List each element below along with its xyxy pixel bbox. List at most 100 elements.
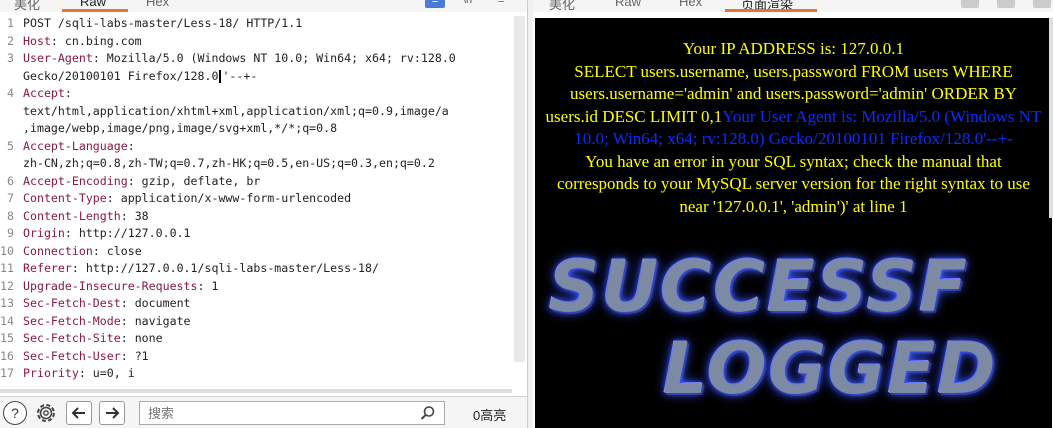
search-input[interactable] bbox=[139, 401, 445, 425]
code-line: Host: cn.bing.com bbox=[23, 34, 142, 48]
inspector-toggle-button[interactable]: ≡ bbox=[425, 0, 445, 8]
arrow-right-icon[interactable] bbox=[99, 401, 125, 425]
header-value: : u=0, i bbox=[78, 366, 135, 380]
request-tab-bar: 美化 Raw Hex ≡ \n ≡ bbox=[0, 0, 527, 12]
code-line: User-Agent: Mozilla/5.0 (Windows NT 10.0… bbox=[23, 51, 456, 65]
menu-icon[interactable]: ≡ bbox=[498, 0, 504, 8]
code-line: Referer: http://127.0.0.1/sqli-labs-mast… bbox=[23, 261, 379, 275]
arrow-left-icon[interactable] bbox=[66, 401, 92, 425]
gear-icon[interactable] bbox=[33, 400, 59, 428]
code-line: text/html,application/xhtml+xml,applicat… bbox=[23, 104, 449, 118]
rendered-page: Your IP ADDRESS is: 127.0.0.1 SELECT user… bbox=[535, 18, 1052, 428]
code-line: Accept-Encoding: gzip, deflate, br bbox=[23, 174, 260, 188]
code-line: ,image/webp,image/png,image/svg+xml,*/*;… bbox=[23, 121, 337, 135]
header-name: Priority bbox=[23, 366, 79, 380]
line-number: 6 bbox=[7, 173, 14, 188]
request-panel: 美化 Raw Hex ≡ \n ≡ 1 POST /sqli-labs-maste… bbox=[0, 0, 527, 428]
header-name: Sec-Fetch-User bbox=[23, 348, 121, 363]
highlight-count: 0高亮 bbox=[473, 408, 507, 423]
code-line: Priority: u=0, i bbox=[23, 366, 135, 380]
editor-horizontal-scrollbar[interactable] bbox=[0, 389, 512, 393]
line-number: 1 bbox=[7, 16, 14, 30]
header-value: : ?1 bbox=[120, 348, 149, 363]
code-line: POST /sqli-labs-master/Less-18/ HTTP/1.1 bbox=[23, 16, 302, 30]
header-name: Content-Length bbox=[23, 208, 121, 223]
code-line: Accept: bbox=[23, 86, 72, 100]
code-line: Content-Type: application/x-www-form-url… bbox=[23, 191, 351, 205]
code-line: Accept-Language: bbox=[23, 139, 135, 153]
header-name: Upgrade-Insecure-Requests bbox=[23, 278, 198, 293]
header-name: Host bbox=[23, 33, 51, 48]
header-name: Sec-Fetch-Site bbox=[23, 331, 121, 345]
editor-bottom-bar: ? 0高亮 bbox=[0, 396, 527, 428]
line-number: 7 bbox=[7, 191, 14, 205]
header-value: POST /sqli-labs-master/Less-18/ HTTP/1.1 bbox=[23, 16, 303, 30]
line-number: 3 bbox=[7, 51, 14, 65]
header-value: : 38 bbox=[120, 208, 149, 223]
header-value: zh-CN,zh;q=0.8,zh-TW;q=0.7,zh-HK;q=0.5,e… bbox=[23, 156, 435, 170]
header-value: text/html,application/xhtml+xml,applicat… bbox=[23, 103, 449, 118]
line-number: 8 bbox=[7, 208, 14, 223]
search-icon[interactable] bbox=[420, 405, 436, 426]
header-value: : bbox=[64, 86, 72, 100]
header-value: : document bbox=[120, 296, 191, 310]
response-text: You have an error in your SQL syntax; ch… bbox=[557, 151, 1030, 216]
response-newline-icon[interactable] bbox=[997, 0, 1015, 8]
header-name: Accept bbox=[23, 86, 65, 100]
line-number: 17 bbox=[0, 366, 14, 380]
request-editor[interactable]: 1 POST /sqli-labs-master/Less-18/ HTTP/1.… bbox=[0, 16, 512, 390]
header-value: : http://127.0.0.1/sqli-labs-master/Less… bbox=[71, 261, 379, 275]
header-name: Referer bbox=[23, 261, 72, 275]
line-number: 5 bbox=[7, 138, 14, 153]
header-value: : navigate bbox=[120, 313, 191, 328]
header-value: Gecko/20100101 Firefox/128.0 bbox=[23, 68, 219, 83]
header-value: : bbox=[127, 138, 135, 153]
line-number: 11 bbox=[0, 261, 14, 275]
header-name: Sec-Fetch-Dest bbox=[23, 296, 121, 310]
line-number: 15 bbox=[0, 331, 14, 345]
line-number: 14 bbox=[0, 313, 14, 328]
line-number: 13 bbox=[0, 296, 14, 310]
line-number: 12 bbox=[0, 278, 14, 293]
editor-vertical-scrollbar[interactable] bbox=[514, 16, 525, 362]
response-text: Your IP ADDRESS is: 127.0.0.1 bbox=[682, 39, 905, 58]
code-line: Sec-Fetch-User: ?1 bbox=[23, 349, 149, 363]
response-tab-pretty[interactable]: 美化 bbox=[549, 0, 575, 12]
header-value: ,image/webp,image/png,image/svg+xml,*/*;… bbox=[23, 121, 338, 135]
response-inspector-icon[interactable] bbox=[961, 0, 979, 8]
header-name: Connection bbox=[23, 243, 93, 258]
response-tab-raw[interactable]: Raw bbox=[615, 0, 641, 9]
response-tab-hex[interactable]: Hex bbox=[679, 0, 702, 9]
header-name: User-Agent bbox=[23, 51, 93, 65]
header-name: Accept-Encoding bbox=[23, 173, 128, 188]
header-value: : gzip, deflate, br bbox=[127, 173, 261, 188]
rendered-message: Your IP ADDRESS is: 127.0.0.1 SELECT user… bbox=[535, 38, 1052, 218]
header-name: Origin bbox=[23, 226, 65, 240]
response-panel: 美化 Raw Hex 页面渲染 Your IP ADDRESS is: 127.… bbox=[533, 0, 1053, 428]
header-value: : Mozilla/5.0 (Windows NT 10.0; Win64; x… bbox=[92, 51, 456, 65]
success-banner-line1: SUCCESSF bbox=[549, 246, 969, 328]
code-line: Connection: close bbox=[23, 244, 142, 258]
header-name: Sec-Fetch-Mode bbox=[23, 313, 121, 328]
line-number: 4 bbox=[7, 86, 14, 100]
response-menu-icon[interactable] bbox=[1033, 0, 1051, 8]
newline-toggle-icon[interactable]: \n bbox=[463, 0, 472, 8]
code-line: Origin: http://127.0.0.1 bbox=[23, 226, 191, 240]
code-line: Sec-Fetch-Site: none bbox=[23, 331, 163, 345]
line-number: 9 bbox=[7, 226, 14, 240]
tab-raw[interactable]: Raw bbox=[80, 0, 106, 9]
tab-hex[interactable]: Hex bbox=[146, 0, 169, 9]
response-active-tab-indicator bbox=[725, 9, 817, 12]
code-line: Sec-Fetch-Mode: navigate bbox=[23, 314, 191, 328]
code-line: Sec-Fetch-Dest: document bbox=[23, 296, 191, 310]
code-line: zh-CN,zh;q=0.8,zh-TW;q=0.7,zh-HK;q=0.5,e… bbox=[23, 156, 435, 170]
render-scrollbar[interactable] bbox=[1049, 18, 1053, 218]
line-number: 16 bbox=[0, 348, 14, 363]
success-banner-line2: LOGGED bbox=[663, 328, 998, 410]
header-value: : application/x-www-form-urlencoded bbox=[106, 191, 352, 205]
header-name: Content-Type bbox=[23, 191, 107, 205]
header-value: : none bbox=[120, 331, 163, 345]
tab-pretty[interactable]: 美化 bbox=[14, 0, 40, 12]
help-icon[interactable]: ? bbox=[3, 401, 27, 425]
code-line: Content-Length: 38 bbox=[23, 209, 149, 223]
